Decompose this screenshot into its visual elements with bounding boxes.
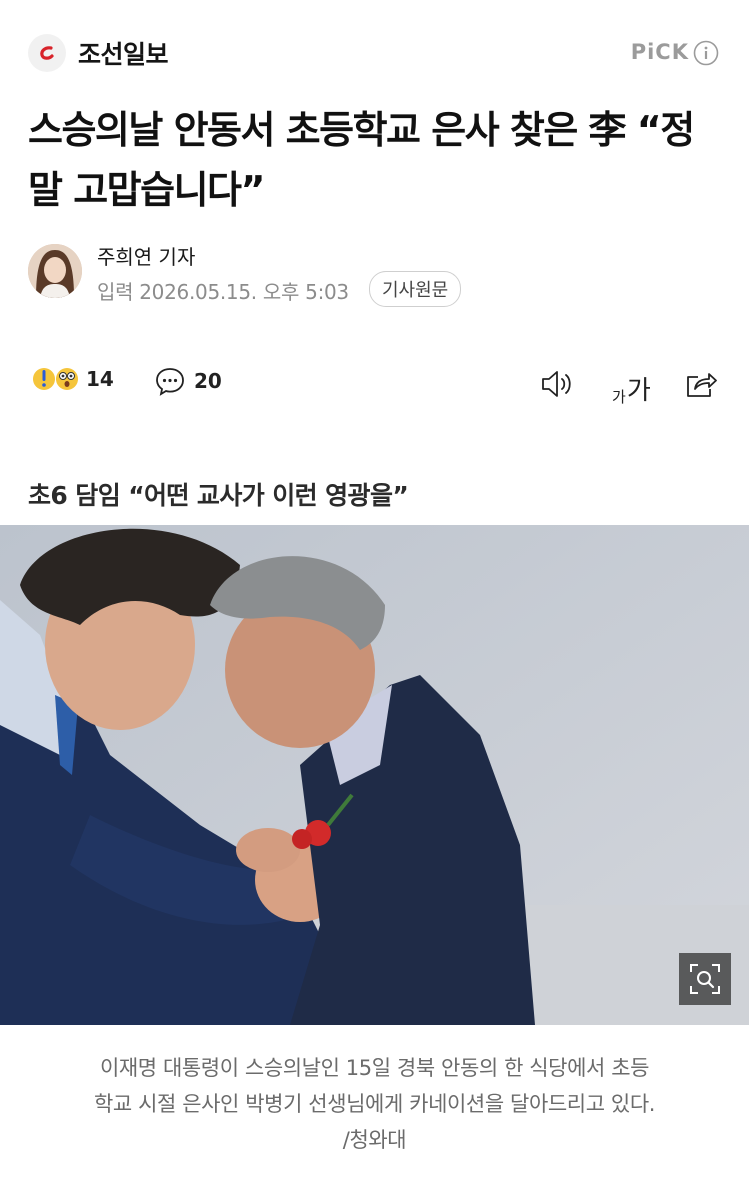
caption-line: 학교 시절 은사인 박병기 선생님에게 카네이션을 달아드리고 있다. — [93, 1092, 656, 1116]
zoom-button[interactable] — [679, 953, 731, 1005]
article-subtitle: 초6 담임 “어떤 교사가 이런 영광을” — [28, 481, 409, 510]
photo-illustration — [0, 525, 749, 1025]
publisher-name: 조선일보 — [78, 40, 169, 69]
font-size-large-label: 가 — [626, 376, 651, 406]
reaction-button[interactable]: 14 — [32, 364, 114, 394]
speaker-icon[interactable] — [540, 368, 576, 400]
reporter-avatar[interactable] — [28, 244, 82, 298]
chosun-logo-icon — [28, 34, 66, 72]
share-icon[interactable] — [684, 368, 720, 400]
photo-caption: 이재명 대통령이 스승의날인 15일 경북 안동의 한 식당에서 초등 학교 시… — [40, 1050, 709, 1158]
caption-line: 이재명 대통령이 스승의날인 15일 경북 안동의 한 식당에서 초등 — [99, 1056, 650, 1080]
comment-icon — [156, 368, 184, 396]
reporter-name[interactable]: 주희연 기자 — [97, 241, 195, 270]
original-article-button[interactable]: 기사원문 — [369, 271, 462, 307]
font-size-button[interactable]: 가 가 — [612, 370, 651, 407]
article-photo[interactable] — [0, 525, 749, 1025]
publish-date: 입력 2026.05.15. 오후 5:03 — [97, 280, 349, 304]
comment-count: 20 — [194, 369, 222, 393]
pick-label: PiCK — [630, 40, 689, 64]
font-size-small-label: 가 — [612, 388, 626, 406]
headline: 스승의날 안동서 초등학교 은사 찾은 李 “정말 고맙습니다” — [28, 108, 695, 212]
caption-credit: /청와대 — [342, 1128, 407, 1152]
zoom-icon — [690, 964, 720, 994]
reaction-count: 14 — [86, 367, 114, 391]
reaction-emoji-icon — [56, 368, 78, 390]
comment-button[interactable]: 20 — [154, 366, 222, 396]
info-icon[interactable] — [693, 40, 719, 66]
publisher-logo[interactable]: 조선일보 — [28, 34, 169, 72]
